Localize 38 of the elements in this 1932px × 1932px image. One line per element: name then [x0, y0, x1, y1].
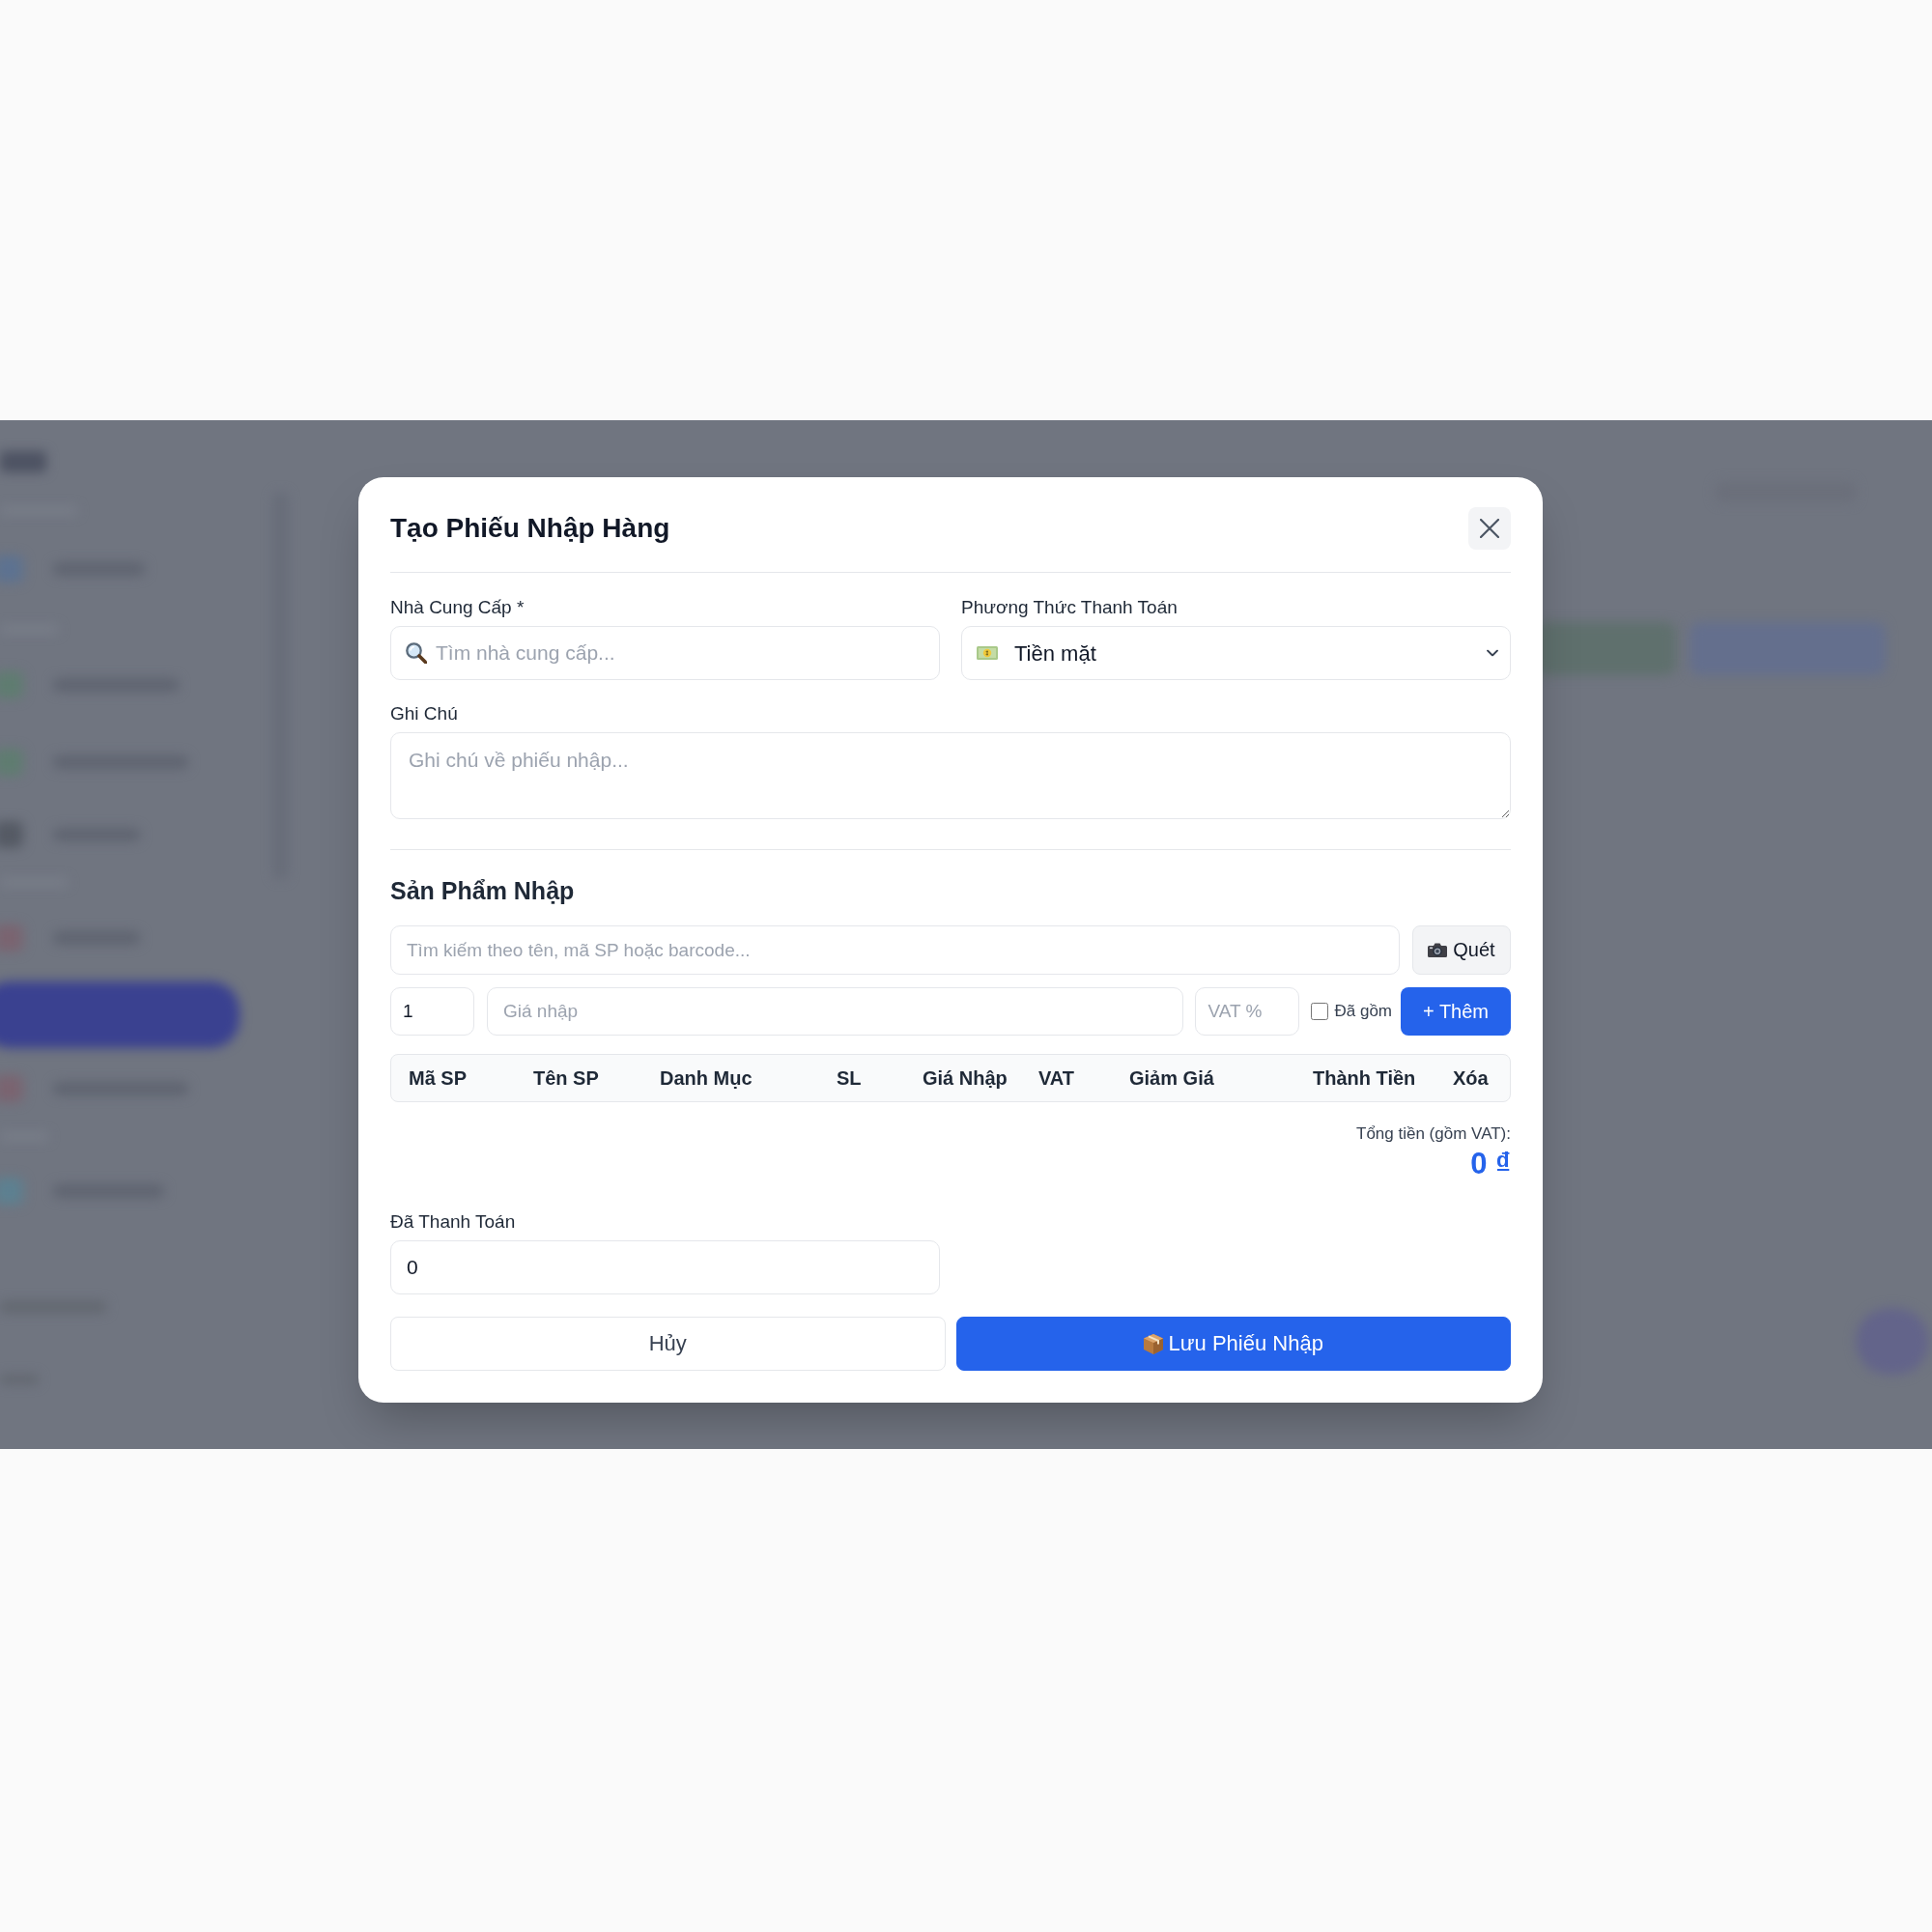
- cancel-button[interactable]: Hủy: [390, 1317, 946, 1371]
- banknote-icon: [977, 646, 998, 660]
- column-header: Tên SP: [533, 1066, 599, 1090]
- total-amount: 0 ₫: [1470, 1146, 1511, 1182]
- note-textarea[interactable]: Ghi chú về phiếu nhập...: [390, 732, 1511, 819]
- column-header: SL: [837, 1066, 862, 1090]
- column-header: Danh Mục: [660, 1066, 753, 1090]
- save-button[interactable]: Lưu Phiếu Nhập: [955, 1317, 1511, 1371]
- section-title: Sản Phẩm Nhập: [390, 876, 576, 906]
- magnifier-icon: [406, 642, 427, 664]
- camera-icon: [1428, 943, 1448, 957]
- column-header: Giá Nhập: [923, 1066, 1008, 1090]
- total-label: Tổng tiền (gồm VAT):: [1356, 1123, 1511, 1145]
- field-label: Phương Thức Thanh Toán: [961, 596, 1179, 619]
- vat-included-checkbox[interactable]: [1311, 1003, 1329, 1020]
- payment-method-select[interactable]: Tiền mặt: [961, 626, 1511, 680]
- checkbox-label: Đã gồm: [1334, 1002, 1392, 1021]
- column-header: Mã SP: [409, 1066, 468, 1090]
- column-header: Giảm Giá: [1129, 1066, 1214, 1090]
- column-header: Thành Tiền: [1313, 1066, 1416, 1090]
- column-header: VAT: [1038, 1066, 1075, 1090]
- column-header: Xóa: [1453, 1066, 1489, 1090]
- supplier-search-field[interactable]: Tìm nhà cung cấp...: [390, 626, 940, 680]
- add-button[interactable]: + Thêm: [1401, 987, 1511, 1036]
- close-button[interactable]: [1468, 507, 1511, 550]
- price-field[interactable]: Giá nhập: [487, 987, 1184, 1036]
- dialog-title: Tạo Phiếu Nhập Hàng: [390, 512, 670, 545]
- field-label: Nhà Cung Cấp *: [390, 596, 526, 619]
- package-icon: [1143, 1333, 1163, 1354]
- chevron-icon: [1487, 649, 1498, 657]
- scan-button[interactable]: Quét: [1412, 925, 1511, 975]
- vat-field[interactable]: VAT %: [1195, 987, 1300, 1036]
- close-icon: [1480, 519, 1499, 538]
- quantity-field[interactable]: 1: [390, 987, 474, 1036]
- field-label: Ghi Chú: [390, 702, 459, 725]
- field-label: Đã Thanh Toán: [390, 1210, 517, 1234]
- paid-amount-field[interactable]: 0: [390, 1240, 940, 1294]
- product-search-field[interactable]: Tìm kiếm theo tên, mã SP hoặc barcode...: [390, 925, 1400, 975]
